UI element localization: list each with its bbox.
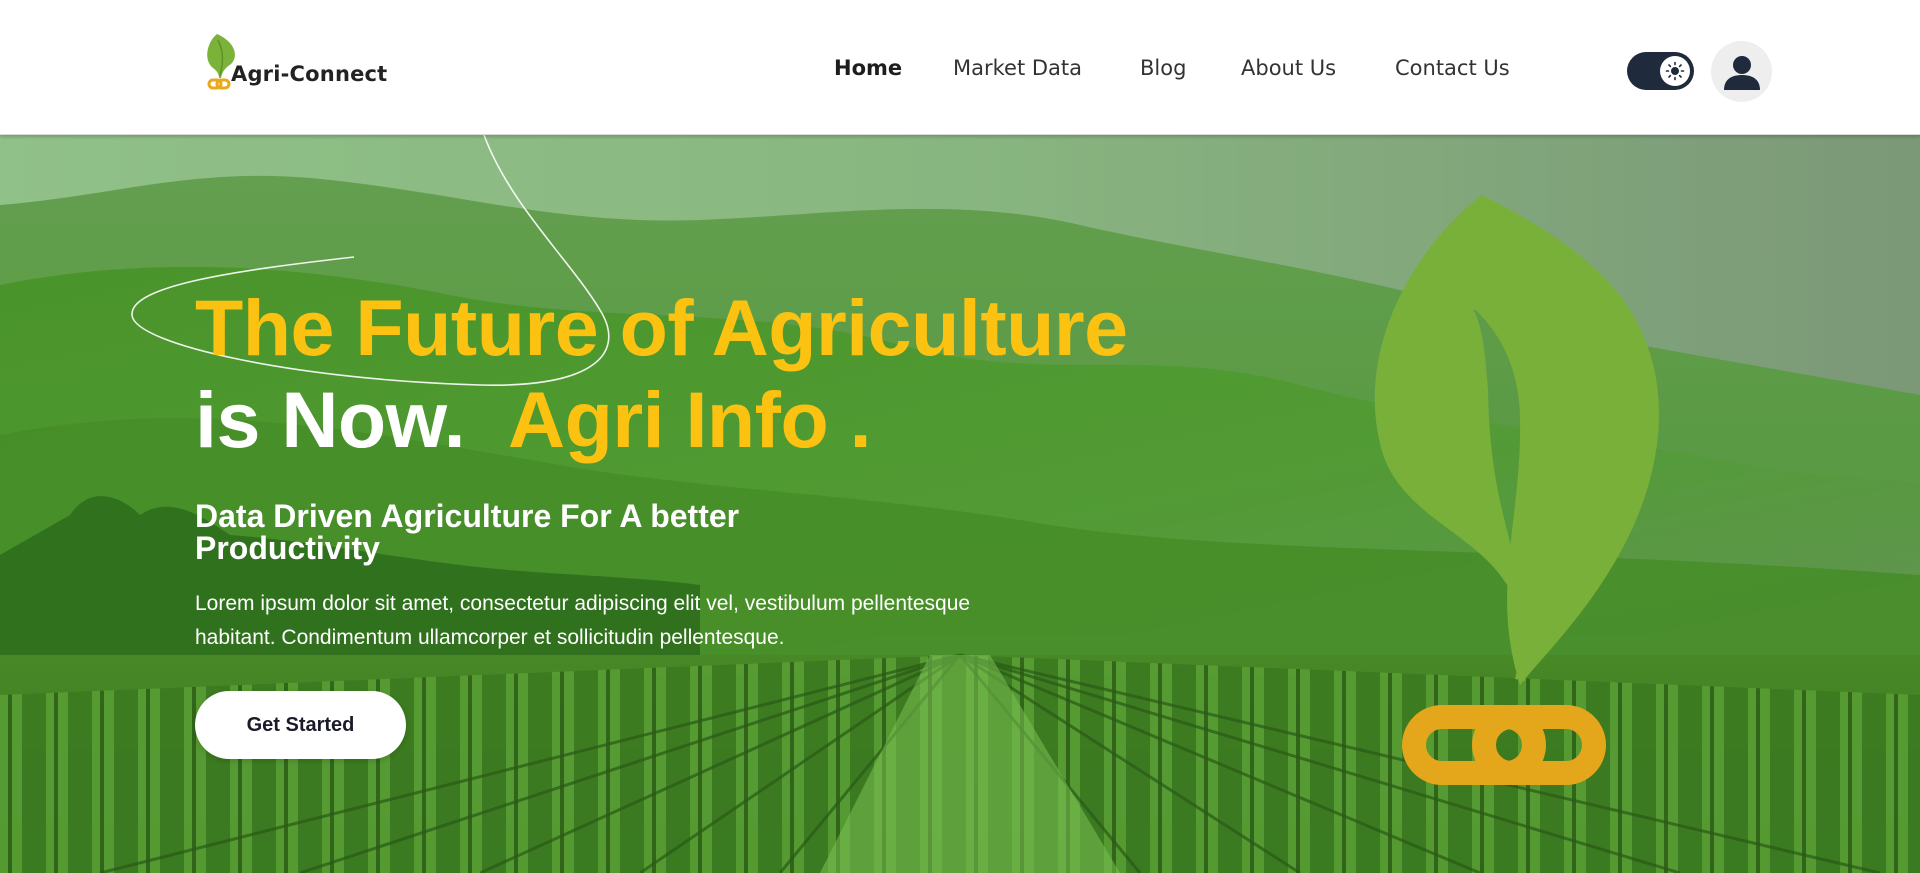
headline-agri-info: Agri Info . bbox=[508, 375, 872, 464]
nav-item-contact-us[interactable]: Contact Us bbox=[1395, 56, 1510, 80]
toggle-knob bbox=[1660, 56, 1690, 86]
site-header: Agri-Connect Home Market Data Blog About… bbox=[0, 0, 1920, 135]
sun-icon bbox=[1665, 61, 1685, 81]
hero-subheading: Data Driven Agriculture For A better Pro… bbox=[195, 498, 740, 566]
profile-avatar[interactable] bbox=[1711, 41, 1772, 102]
get-started-button[interactable]: Get Started bbox=[195, 691, 406, 759]
headline-line-2: is Now. Agri Info . bbox=[195, 380, 872, 459]
nav-item-home[interactable]: Home bbox=[834, 56, 902, 80]
hero-section: The Future of Agriculture is Now. Agri I… bbox=[0, 135, 1920, 873]
headline-is-now: is Now. bbox=[195, 375, 466, 464]
headline-line-1: The Future of Agriculture bbox=[195, 283, 1128, 372]
leaf-chain-logo-icon bbox=[1374, 195, 1659, 785]
landing-page: Agri-Connect Home Market Data Blog About… bbox=[0, 0, 1920, 873]
hero-description: Lorem ipsum dolor sit amet, consectetur … bbox=[195, 592, 971, 649]
theme-toggle[interactable] bbox=[1627, 52, 1694, 90]
nav-item-market-data[interactable]: Market Data bbox=[953, 56, 1082, 80]
nav-item-blog[interactable]: Blog bbox=[1140, 56, 1186, 80]
nav-item-about-us[interactable]: About Us bbox=[1241, 56, 1336, 80]
user-icon bbox=[1723, 55, 1760, 90]
